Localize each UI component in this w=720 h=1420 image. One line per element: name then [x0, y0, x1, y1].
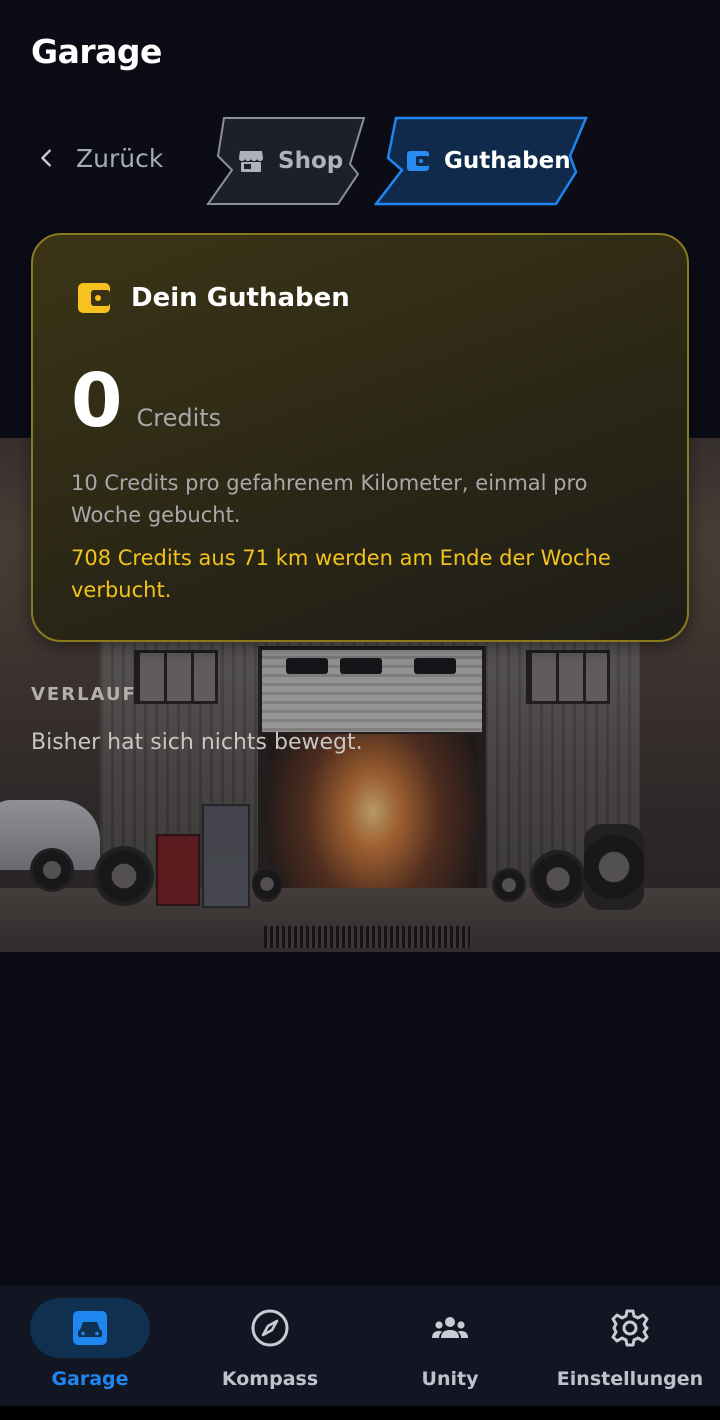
chevron-left-icon: [41, 149, 51, 167]
history-heading: VERLAUF: [31, 684, 137, 705]
bottom-navigation: Garage Kompass Unity Einstellungen: [0, 1286, 720, 1420]
balance-card: Dein Guthaben 0 Credits 10 Credits pro g…: [31, 233, 689, 642]
balance-value: 0: [71, 358, 123, 444]
credits-info-text: 10 Credits pro gefahrenem Kilometer, ein…: [71, 471, 588, 527]
tab-shop-label: Shop: [278, 148, 344, 174]
pending-credits-text: 708 Credits aus 71 km werden am Ende der…: [71, 546, 611, 602]
compass-icon: [251, 1309, 289, 1347]
car-icon: [73, 1311, 107, 1345]
store-icon: [239, 151, 263, 172]
tab-shop[interactable]: Shop: [206, 116, 368, 206]
nav-label-kompass: Kompass: [221, 1368, 319, 1390]
wallet-icon: [78, 283, 110, 313]
system-navigation-bar: [0, 1406, 720, 1420]
group-icon: [432, 1317, 468, 1338]
page-title: Garage: [31, 32, 162, 71]
nav-label-einstellungen: Einstellungen: [556, 1368, 704, 1390]
nav-item-unity[interactable]: Unity: [360, 1286, 540, 1406]
tab-guthaben-label: Guthaben: [444, 148, 571, 174]
nav-item-garage[interactable]: Garage: [0, 1286, 180, 1406]
balance-unit: Credits: [136, 404, 222, 432]
history-empty-text: Bisher hat sich nichts bewegt.: [31, 730, 363, 755]
back-button[interactable]: Zurück: [36, 138, 163, 178]
nav-item-kompass[interactable]: Kompass: [180, 1286, 360, 1406]
nav-label-garage: Garage: [51, 1368, 129, 1390]
tab-guthaben[interactable]: Guthaben: [374, 116, 590, 206]
balance-card-title: Dein Guthaben: [131, 283, 350, 313]
wallet-icon: [407, 151, 429, 171]
nav-item-einstellungen[interactable]: Einstellungen: [540, 1286, 720, 1406]
nav-label-unity: Unity: [421, 1368, 479, 1390]
gear-icon: [611, 1309, 649, 1347]
back-label: Zurück: [76, 143, 164, 173]
